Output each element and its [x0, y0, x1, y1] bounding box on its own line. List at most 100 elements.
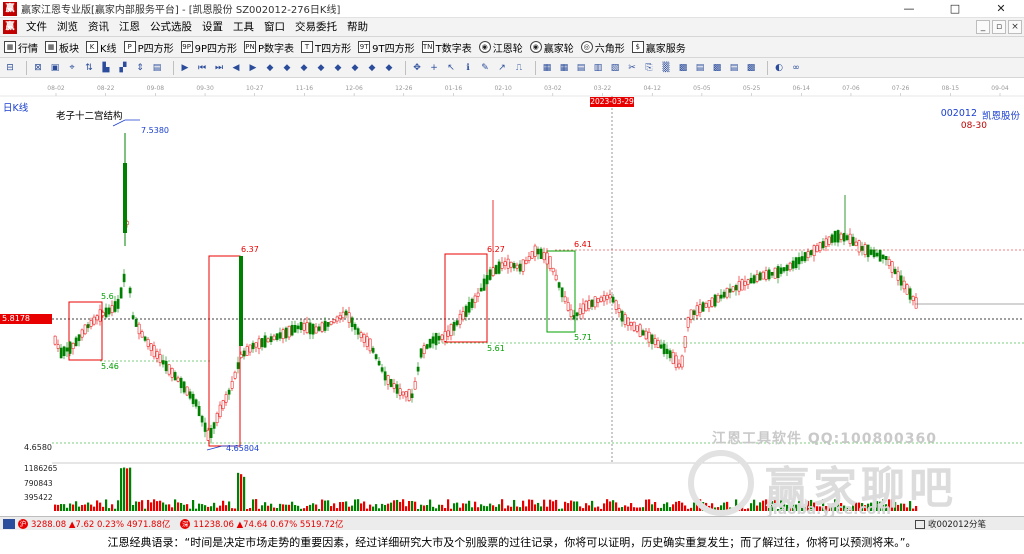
- chart-tool-icon[interactable]: ▶: [179, 62, 191, 74]
- volume-bar: [120, 468, 123, 511]
- mdi-restore-button[interactable]: ▫: [992, 20, 1006, 34]
- t-square-button[interactable]: T T四方形: [301, 40, 351, 55]
- chart-tool-icon[interactable]: ◆: [315, 62, 327, 74]
- minimize-button[interactable]: —: [886, 0, 932, 18]
- chart-tool-icon[interactable]: ⏭: [213, 62, 225, 74]
- candle-body: [170, 368, 174, 378]
- chart-tool-icon[interactable]: ▤: [575, 62, 587, 74]
- chart-tool-icon[interactable]: ◆: [383, 62, 395, 74]
- chart-tool-icon[interactable]: ▤: [728, 62, 740, 74]
- candle-body: [587, 300, 591, 309]
- quotes-button[interactable]: ▦ 行情: [4, 40, 38, 55]
- app-logo-icon: 赢: [3, 20, 17, 34]
- chart-tool-icon[interactable]: ⊠: [32, 62, 44, 74]
- chart-tool-icon[interactable]: ↗: [496, 62, 508, 74]
- chart-tool-icon[interactable]: ▩: [745, 62, 757, 74]
- candle-body: [158, 354, 162, 363]
- candle-body: [602, 295, 606, 302]
- chart-tool-icon[interactable]: ◆: [349, 62, 361, 74]
- chart-tool-icon[interactable]: ◆: [332, 62, 344, 74]
- mdi-minimize-button[interactable]: _: [976, 20, 990, 34]
- volume-bar: [96, 500, 99, 511]
- chart-tool-icon[interactable]: ⊟: [4, 62, 16, 74]
- menu-trade[interactable]: 交易委托: [290, 18, 342, 36]
- 9t-square-button[interactable]: 9T 9T四方形: [358, 40, 415, 55]
- chart-tool-icon[interactable]: ▦: [541, 62, 553, 74]
- winner-wheel-button[interactable]: ◉ 赢家轮: [529, 40, 574, 55]
- sectors-button[interactable]: ▦ 板块: [45, 40, 79, 55]
- chart-tool-icon[interactable]: ▶: [247, 62, 259, 74]
- candle-body: [134, 319, 138, 327]
- candle-body: [908, 288, 912, 300]
- candle-body: [854, 241, 858, 246]
- menu-tools[interactable]: 工具: [228, 18, 259, 36]
- chart-tool-icon[interactable]: +: [428, 62, 440, 74]
- shanghai-index[interactable]: 3288.08 ▲7.62 0.23% 4971.88亿: [31, 518, 170, 530]
- shenzhen-index[interactable]: 11238.06 ▲74.64 0.67% 5519.72亿: [193, 518, 343, 530]
- chart-tool-icon[interactable]: ▤: [694, 62, 706, 74]
- t-number-table-button[interactable]: TN T数字表: [421, 40, 472, 55]
- chart-tool-icon[interactable]: ✎: [479, 62, 491, 74]
- chart-tool-icon[interactable]: ⇅: [83, 62, 95, 74]
- candle-body: [800, 256, 804, 262]
- chart-tool-icon[interactable]: ◆: [298, 62, 310, 74]
- chart-tool-icon[interactable]: ▧: [609, 62, 621, 74]
- chart-tool-icon[interactable]: ◆: [366, 62, 378, 74]
- maximize-button[interactable]: □: [932, 0, 978, 18]
- chart-tool-icon[interactable]: ▥: [592, 62, 604, 74]
- menu-help[interactable]: 帮助: [342, 18, 373, 36]
- chart-tool-icon[interactable]: ◀: [230, 62, 242, 74]
- 9p-square-button[interactable]: 9P 9P四方形: [180, 40, 237, 55]
- menu-settings[interactable]: 设置: [197, 18, 228, 36]
- chart-tool-icon[interactable]: ✂: [626, 62, 638, 74]
- chart-tool-icon[interactable]: ⏮: [196, 62, 208, 74]
- candle-body: [266, 338, 270, 343]
- price-label: 6.27: [487, 245, 505, 254]
- mdi-close-button[interactable]: ×: [1008, 20, 1022, 34]
- menu-formula-screen[interactable]: 公式选股: [145, 18, 197, 36]
- chart-tool-icon[interactable]: ▤: [151, 62, 163, 74]
- chart-tool-icon[interactable]: ∞: [790, 62, 802, 74]
- chart-tool-icon[interactable]: ℹ: [462, 62, 474, 74]
- chart-tool-icon[interactable]: ✥: [411, 62, 423, 74]
- chart-tool-icon[interactable]: ▒: [660, 62, 672, 74]
- chart-tool-icon[interactable]: ◆: [281, 62, 293, 74]
- chart-tool-icon[interactable]: ◐: [773, 62, 785, 74]
- candle-body: [428, 338, 432, 348]
- chart-tool-icon[interactable]: ⎍: [513, 62, 525, 74]
- chart-tool-icon[interactable]: ◆: [264, 62, 276, 74]
- menu-file[interactable]: 文件: [21, 18, 52, 36]
- p-number-table-button[interactable]: PN P数字表: [244, 40, 294, 55]
- candle-body: [122, 273, 126, 283]
- chart-tool-icon[interactable]: ⌖: [66, 62, 78, 74]
- menu-window[interactable]: 窗口: [259, 18, 290, 36]
- chart-tool-icon[interactable]: ⎘: [643, 62, 655, 74]
- menu-gann[interactable]: 江恩: [114, 18, 145, 36]
- kline-chart[interactable]: 08-02 08-22 09-08 09-30 10-27 11-16 12-06 12-26…: [0, 78, 1024, 516]
- menu-browse[interactable]: 浏览: [52, 18, 83, 36]
- grid-icon[interactable]: [3, 518, 15, 529]
- candle-body: [746, 279, 750, 285]
- candle-body: [317, 326, 321, 331]
- candle-body: [755, 274, 759, 282]
- winner-service-button[interactable]: $ 赢家服务: [631, 40, 686, 55]
- menu-news[interactable]: 资讯: [83, 18, 114, 36]
- close-button[interactable]: ✕: [978, 0, 1024, 18]
- candle-body: [356, 328, 360, 335]
- chart-tool-icon[interactable]: ▦: [558, 62, 570, 74]
- chart-tool-icon[interactable]: ↖: [445, 62, 457, 74]
- kline-button[interactable]: K K线: [86, 40, 117, 55]
- chart-tool-icon[interactable]: ▣: [49, 62, 61, 74]
- period-label[interactable]: 日K线: [3, 100, 28, 114]
- volume-bar: [465, 503, 468, 511]
- p-square-button[interactable]: P P四方形: [123, 40, 174, 55]
- gann-wheel-button[interactable]: ◉ 江恩轮: [478, 40, 523, 55]
- chart-tool-icon[interactable]: ⇕: [134, 62, 146, 74]
- hexagon-button[interactable]: ◎ 六角形: [580, 40, 625, 55]
- chart-tool-icon[interactable]: ▩: [711, 62, 723, 74]
- chart-tool-icon[interactable]: ▩: [677, 62, 689, 74]
- chart-tool-icon[interactable]: ▞: [117, 62, 129, 74]
- winner-wheel-label: 赢家轮: [543, 43, 574, 55]
- chart-tool-icon[interactable]: ▙: [100, 62, 112, 74]
- kline-chart-canvas[interactable]: 08-02 08-22 09-08 09-30 10-27 11-16 12-06 12-26…: [0, 78, 1024, 516]
